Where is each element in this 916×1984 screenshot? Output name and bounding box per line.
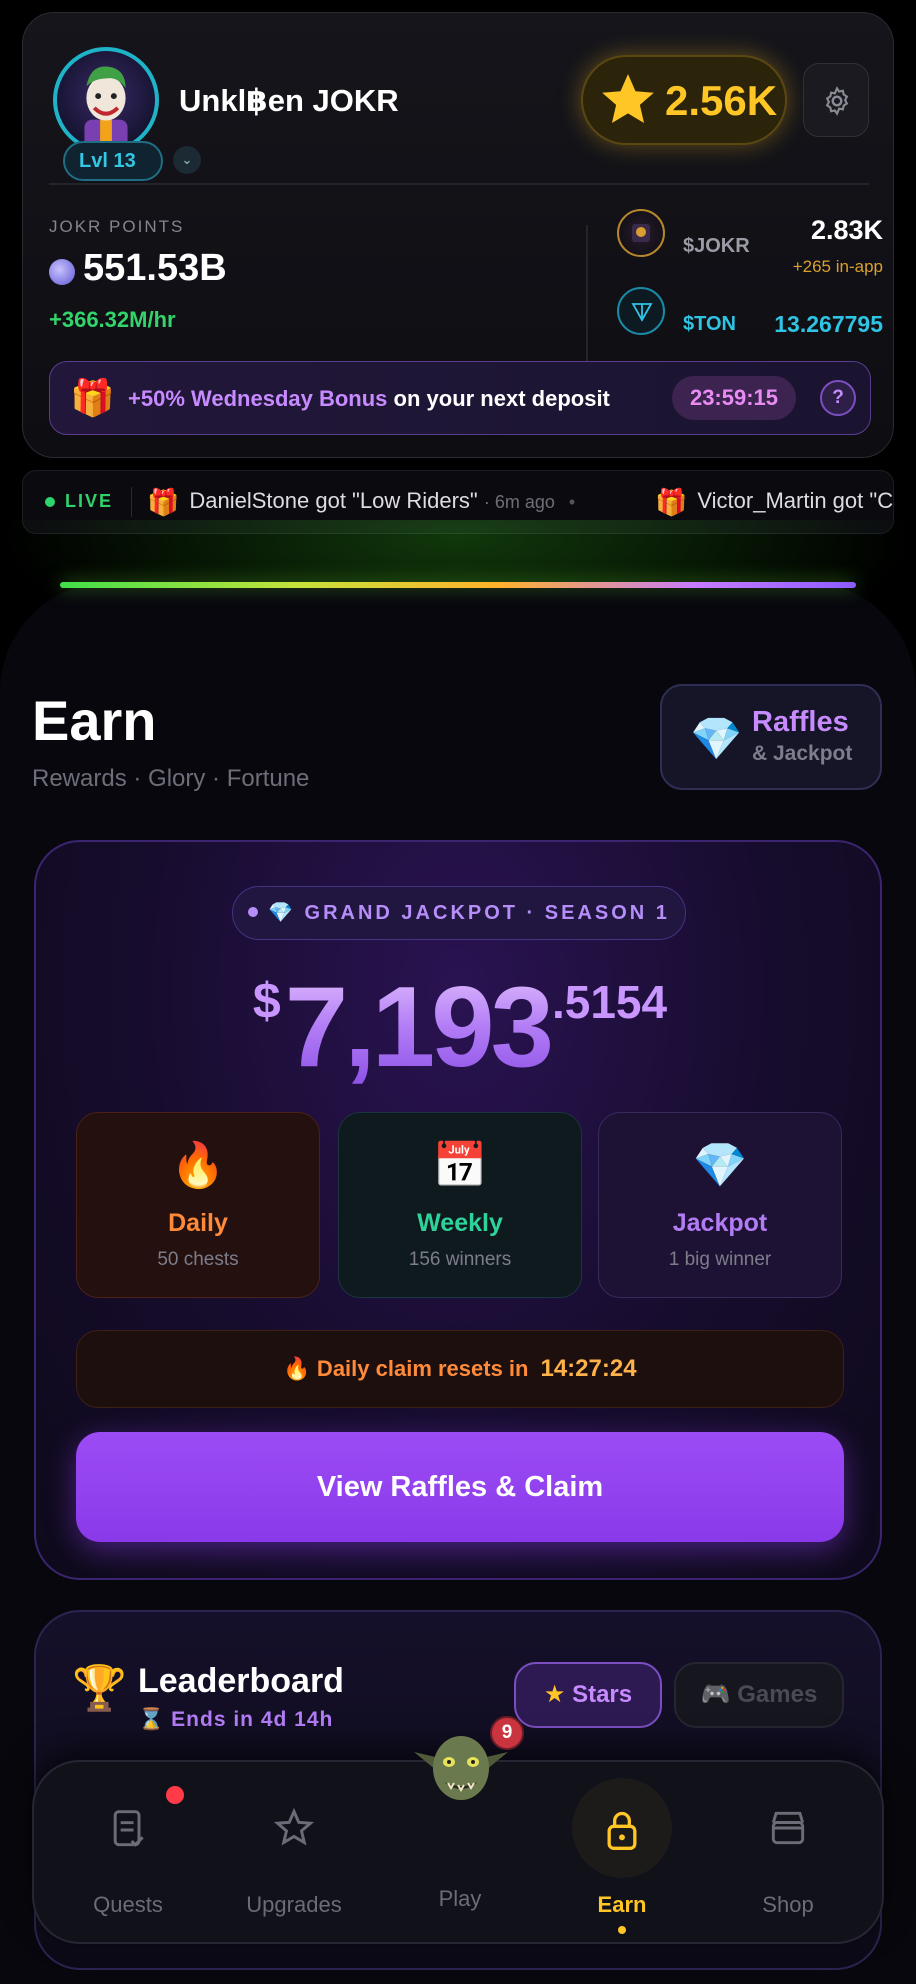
- active-indicator-dot: [618, 1926, 626, 1934]
- star-icon: [602, 74, 654, 123]
- tier-name: Jackpot: [672, 1209, 768, 1237]
- tier-weekly-card[interactable]: 📅 Weekly 156 winners: [338, 1112, 582, 1298]
- tier-desc: 50 chests: [157, 1249, 239, 1270]
- trophy-icon: 🏆: [72, 1664, 127, 1713]
- view-raffles-claim-button[interactable]: View Raffles & Claim: [76, 1432, 844, 1542]
- jokr-coin-icon: [617, 209, 665, 257]
- stars-balance-button[interactable]: 2.56K: [581, 55, 787, 145]
- level-label: Lvl 13: [79, 150, 136, 172]
- season-badge: 💎 GRAND JACKPOT · SEASON 1: [232, 886, 686, 940]
- daily-reset-bar: 🔥 Daily claim resets in 14:27:24: [76, 1330, 844, 1408]
- jackpot-amount: $7,193.5154: [252, 964, 668, 1091]
- gear-icon: [825, 86, 849, 116]
- reset-label: 🔥 Daily claim resets in: [283, 1356, 529, 1381]
- grand-jackpot-card: 💎 GRAND JACKPOT · SEASON 1 $7,193.5154 🔥…: [34, 840, 882, 1580]
- page-title: Earn: [32, 689, 157, 752]
- nav-upgrades[interactable]: Upgrades: [214, 1762, 374, 1946]
- fire-icon: 🔥: [170, 1141, 226, 1190]
- gem-icon: 💎: [690, 715, 743, 762]
- avatar[interactable]: [53, 47, 159, 153]
- bottom-nav: Quests Upgrades 9 Play Earn Shop: [32, 1716, 884, 1946]
- ton-coin-icon: [617, 287, 665, 335]
- ticker-item: 🎁 Victor_Martin got "C: [655, 487, 894, 517]
- jokr-value: 2.83K: [810, 215, 883, 245]
- help-button[interactable]: ?: [820, 380, 856, 416]
- bonus-text: +50% Wednesday Bonus on your next deposi…: [128, 386, 610, 411]
- gift-icon: 🎁: [147, 487, 180, 517]
- raffles-title: Raffles: [752, 706, 849, 738]
- nav-label: Upgrades: [246, 1892, 342, 1917]
- gem-icon: 💎: [268, 902, 296, 924]
- divider: [586, 225, 588, 361]
- gamepad-icon: 🎮: [700, 1681, 731, 1708]
- leaderboard-title: Leaderboard: [138, 1662, 344, 1700]
- tier-desc: 156 winners: [408, 1249, 512, 1270]
- nav-label: Earn: [597, 1892, 647, 1917]
- tier-name: Daily: [168, 1209, 228, 1237]
- panel-rainbow-edge: [60, 582, 856, 588]
- gift-icon: 🎁: [655, 487, 688, 517]
- leaderboard-ends: ⌛ Ends in 4d 14h: [138, 1708, 334, 1731]
- live-indicator-icon: [45, 497, 55, 507]
- nav-earn[interactable]: Earn: [542, 1762, 702, 1946]
- nav-play[interactable]: 9 Play: [380, 1716, 540, 1946]
- live-label: LIVE: [65, 491, 114, 511]
- play-notification-badge: 9: [490, 1716, 524, 1750]
- ticker-item: 🎁 DanielStone got "Low Riders" · 6m ago •: [147, 487, 576, 517]
- chevron-down-icon[interactable]: ⌄: [173, 146, 201, 174]
- calendar-icon: 📅: [432, 1141, 488, 1190]
- tier-daily-card[interactable]: 🔥 Daily 50 chests: [76, 1112, 320, 1298]
- tier-desc: 1 big winner: [668, 1249, 772, 1270]
- points-value: 551.53B: [83, 247, 227, 289]
- raffles-jackpot-button[interactable]: 💎 Raffles & Jackpot: [660, 684, 882, 790]
- nav-shop[interactable]: Shop: [708, 1762, 868, 1946]
- shop-icon: [771, 1811, 805, 1845]
- ton-label: $TON: [683, 313, 736, 335]
- profile-header-card: Lvl 13 ⌄ Unkl฿en JOKR 2.56K JOKR POINTS …: [22, 12, 894, 458]
- tab-stars[interactable]: ★ Stars: [514, 1662, 662, 1728]
- stars-balance-value: 2.56K: [665, 77, 778, 124]
- jokr-label: $JOKR: [683, 235, 750, 257]
- ton-value: 13.267795: [774, 311, 883, 337]
- nav-label: Quests: [93, 1892, 163, 1917]
- raffles-subtitle: & Jackpot: [752, 742, 853, 765]
- lock-icon: [607, 1811, 637, 1850]
- gem-icon: 💎: [692, 1141, 748, 1190]
- level-badge[interactable]: Lvl 13 ⌄: [63, 141, 201, 181]
- hourglass-icon: ⌛: [138, 1708, 166, 1731]
- divider: [49, 183, 869, 185]
- star-outline-icon: [273, 1807, 315, 1846]
- deposit-bonus-banner[interactable]: 🎁 +50% Wednesday Bonus on your next depo…: [49, 361, 871, 435]
- reset-timer: 14:27:24: [540, 1355, 637, 1382]
- tier-name: Weekly: [417, 1209, 503, 1237]
- notification-dot: [166, 1786, 184, 1804]
- settings-button[interactable]: [803, 63, 869, 137]
- page-subtitle: Rewards · Glory · Fortune: [32, 765, 310, 792]
- jokr-in-app: +265 in-app: [792, 257, 883, 276]
- gift-icon: 🎁: [70, 377, 115, 418]
- divider: [131, 487, 132, 517]
- points-rate: +366.32M/hr: [49, 307, 176, 332]
- username: Unkl฿en JOKR: [179, 83, 399, 118]
- nav-label: Play: [438, 1886, 482, 1911]
- points-label: JOKR POINTS: [49, 217, 185, 236]
- points-coin-icon: [49, 259, 75, 285]
- tier-jackpot-card[interactable]: 💎 Jackpot 1 big winner: [598, 1112, 842, 1298]
- star-icon: ★: [543, 1681, 566, 1708]
- nav-quests[interactable]: Quests: [48, 1762, 208, 1946]
- tab-games[interactable]: 🎮 Games: [674, 1662, 844, 1728]
- bonus-timer: 23:59:15: [672, 376, 796, 420]
- nav-label: Shop: [762, 1892, 814, 1917]
- joker-avatar-icon: [84, 66, 128, 149]
- quests-scroll-icon: [113, 1810, 144, 1847]
